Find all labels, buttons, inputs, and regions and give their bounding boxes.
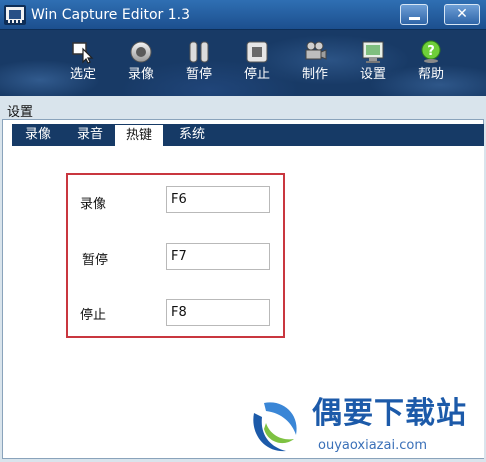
hotkey-stop-label: 停止: [80, 308, 107, 323]
settings-tab-bar: 录像 录音 热键 系统: [12, 124, 484, 147]
minimize-button[interactable]: [400, 4, 428, 25]
toolbar-pause-label: 暂停: [185, 67, 212, 82]
hotkey-stop-input[interactable]: [166, 299, 270, 326]
tab-video[interactable]: 录像: [20, 124, 56, 146]
tab-hotkeys[interactable]: 热键: [114, 124, 164, 147]
settings-screen-icon: [362, 41, 384, 63]
close-icon: ✕: [456, 6, 468, 22]
app-film-icon: [4, 5, 26, 25]
window-title: Win Capture Editor 1.3: [31, 7, 191, 23]
settings-panel-title: 设置: [7, 105, 34, 120]
toolbar-select-label: 选定: [69, 67, 96, 82]
pause-icon: [189, 41, 209, 63]
record-icon: [130, 41, 152, 63]
toolbar-help-button[interactable]: ? 帮助: [406, 38, 456, 90]
toolbar-make-button[interactable]: 制作: [290, 38, 340, 90]
app-window: Win Capture Editor 1.3 ✕ 选定 录像 暂停 停止 制作 …: [0, 0, 486, 462]
main-toolbar: 选定 录像 暂停 停止 制作 设置 ? 帮助: [0, 30, 486, 96]
toolbar-settings-label: 设置: [359, 67, 386, 82]
close-button[interactable]: ✕: [444, 4, 480, 25]
watermark: 偶要下载站 ouyaoxiazai.com: [240, 393, 486, 462]
hotkey-record-label: 录像: [80, 197, 107, 212]
toolbar-help-label: 帮助: [417, 67, 444, 82]
toolbar-pause-button[interactable]: 暂停: [174, 38, 224, 90]
tab-audio[interactable]: 录音: [72, 124, 108, 146]
toolbar-record-label: 录像: [127, 67, 154, 82]
tab-system[interactable]: 系统: [174, 124, 210, 146]
toolbar-record-button[interactable]: 录像: [116, 38, 166, 90]
hotkey-record-input[interactable]: [166, 186, 270, 213]
hotkey-pause-label: 暂停: [82, 253, 109, 268]
watermark-url: ouyaoxiazai.com: [318, 438, 427, 453]
toolbar-select-button[interactable]: 选定: [58, 38, 108, 90]
select-cursor-icon: [72, 42, 94, 64]
title-bar[interactable]: Win Capture Editor 1.3 ✕: [0, 0, 486, 30]
watermark-brand: 偶要下载站: [312, 396, 467, 431]
minimize-icon: [409, 17, 420, 20]
ouyao-logo-icon: [253, 402, 297, 452]
toolbar-stop-button[interactable]: 停止: [232, 38, 282, 90]
toolbar-stop-label: 停止: [243, 67, 270, 82]
toolbar-settings-button[interactable]: 设置: [348, 38, 398, 90]
help-icon: ?: [421, 40, 441, 63]
stop-icon: [246, 41, 268, 63]
toolbar-make-label: 制作: [301, 67, 328, 82]
svg-text:?: ?: [427, 44, 435, 59]
film-camera-icon: [305, 41, 327, 60]
hotkey-pause-input[interactable]: [166, 243, 270, 270]
